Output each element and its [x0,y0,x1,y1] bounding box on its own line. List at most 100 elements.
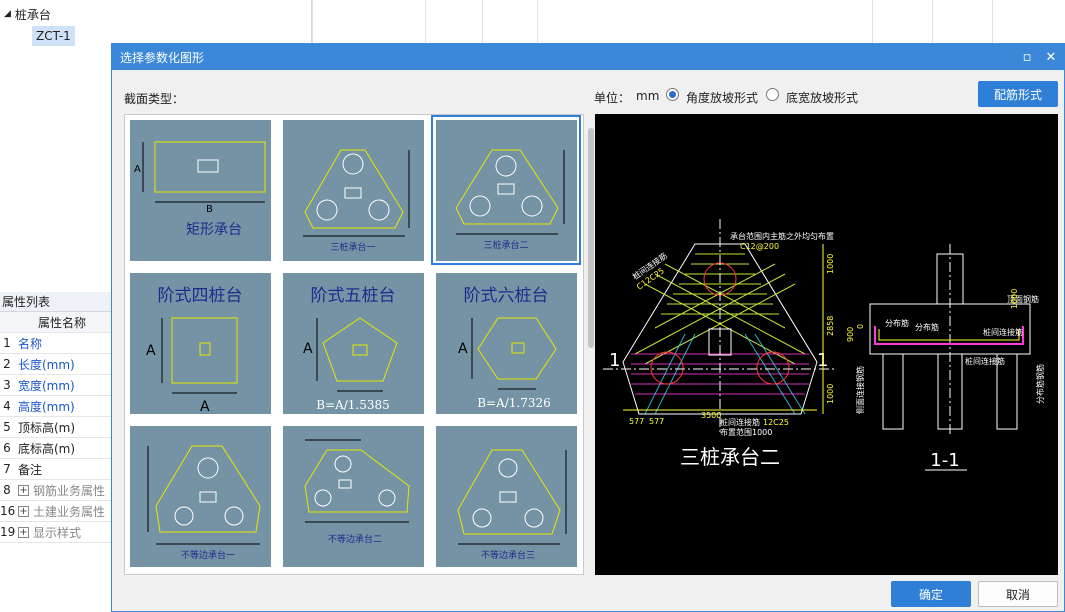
shape-item-step-five[interactable]: 阶式五桩台 A B=A/1.5385 [278,268,428,418]
preview-main-title: 三桩承台二 [680,445,780,469]
dim-label: B [206,204,213,215]
radio-angle-slope[interactable] [666,88,679,101]
plan-view: 1 1 承台范围内主筋之外均匀布置 C12@200 桩间连接筋 C12C25 桩… [603,219,835,469]
step-six-drawing: 阶式六桩台 A B=A/1.7326 [458,286,557,410]
property-row[interactable]: 7 备注 [0,459,111,480]
radio-angle-slope-label[interactable]: 角度放坡形式 [686,89,758,106]
background-grid [312,0,1065,44]
annotation: 桩间连接筋 [965,356,1005,366]
shape-item-unequal-2[interactable]: 不等边承台二 [278,421,428,571]
annotation: C12@200 [740,242,779,251]
rect-cap-drawing: A B 矩形承台 [134,141,266,238]
shape-item-step-four[interactable]: 阶式四桩台 A A [125,268,275,418]
dialog-title-bar: 选择参数化图形 ▫ ✕ [112,44,1064,70]
shape-caption: 矩形承台 [186,222,242,238]
section-view-title: 1-1 [930,450,959,471]
property-panel: 属性列表 属性名称 1 名称 2 长度(mm) 3 宽度(mm) 4 高度(mm) 5顶… [0,292,112,612]
formula-label: B=A/1.7326 [477,396,551,410]
annotation: 分布筋 [915,322,939,332]
property-row[interactable]: 6 底标高(m) [0,438,111,459]
unequal-1-drawing: 不等边承台一 [147,445,261,561]
shape-caption: 不等边承台一 [181,549,235,561]
expand-icon[interactable]: + [18,505,29,517]
unit-value: mm [636,89,660,103]
ok-button[interactable]: 确定 [891,581,971,607]
dim-label: A [303,341,313,357]
shape-thumbnail: 三桩承台一 [283,120,424,261]
shape-thumbnail: 不等边承台一 [130,426,271,567]
shape-thumbnail: 阶式四桩台 A A [130,273,271,415]
radio-width-slope-label[interactable]: 底宽放坡形式 [786,89,858,106]
shape-item-step-six[interactable]: 阶式六桩台 A B=A/1.7326 [431,268,581,418]
shape-thumbnail: 阶式五桩台 A B=A/1.5385 [283,273,424,414]
tree-node-pile-cap[interactable]: ◢ 桩承台 [4,4,51,24]
property-panel-title: 属性列表 [0,292,111,312]
property-group-row[interactable]: 8 + 钢筋业务属性 [0,480,111,501]
tree-node-zct1[interactable]: ZCT-1 [32,26,75,46]
three-pile-drawing: 三桩承台二 [455,149,565,251]
annotation: 分布筋钢筋 [1035,364,1045,404]
shape-caption: 三桩承台一 [330,241,375,253]
parametric-shape-dialog: 选择参数化图形 ▫ ✕ 截面类型： 单位： mm 角度放坡形式 底宽放坡形式 配… [111,43,1065,612]
collapse-arrow-icon[interactable]: ◢ [4,9,11,19]
preview-canvas: 1 1 承台范围内主筋之外均匀布置 C12@200 桩间连接筋 C12C25 桩… [595,114,1058,575]
expand-icon[interactable]: + [18,484,29,496]
shape-thumbnail: 三桩承台二 [436,120,577,261]
rebar-form-button[interactable]: 配筋形式 [978,81,1058,107]
dimension: 1000 [826,254,835,274]
annotation: 布置范围1000 [720,427,772,437]
dimension: 900 [846,327,855,342]
property-row[interactable]: 3 宽度(mm) [0,375,111,396]
shape-caption: 阶式六桩台 [464,286,549,306]
step-four-drawing: 阶式四桩台 A A [146,286,243,415]
section-mark: 1 [609,350,620,371]
formula-label: B=A/1.5385 [316,398,390,412]
annotation: 侧面连接钢筋 [855,366,865,414]
dialog-title: 选择参数化图形 [120,50,205,65]
dimension: 1000 [826,384,835,404]
shape-thumbnail: 不等边承台三 [436,426,577,567]
tree-node-label: 桩承台 [14,7,51,22]
dimension: 577 [649,417,664,426]
dim-label: A [134,164,141,175]
maximize-icon[interactable]: ▫ [1014,44,1040,70]
section-view: 分布筋 分布筋 桩间连接筋 桩间连接筋 顶面钢筋 1000 900 0 侧面连接… [846,244,1045,471]
unequal-2-drawing: 不等边承台二 [304,439,410,545]
property-header: 属性名称 [0,312,111,333]
step-five-drawing: 阶式五桩台 A B=A/1.5385 [303,286,398,412]
shape-caption: 三桩承台二 [483,239,528,251]
unit-label: 单位： [594,91,631,105]
property-group-row[interactable]: 19 + 显示样式 [0,522,111,543]
dim-label: A [200,399,210,414]
property-row[interactable]: 4 高度(mm) [0,396,111,417]
dim-label: A [146,343,156,359]
dimension: 2858 [826,316,835,336]
shape-item-unequal-1[interactable]: 不等边承台一 [125,421,275,571]
property-row[interactable]: 1 名称 [0,333,111,354]
property-row[interactable]: 2 长度(mm) [0,354,111,375]
property-group-row[interactable]: 16 + 土建业务属性 [0,501,111,522]
tree-node-label: ZCT-1 [36,29,71,43]
shape-item-unequal-3[interactable]: 不等边承台三 [431,421,581,571]
expand-icon[interactable]: + [18,526,29,538]
dimension: 577 [629,417,644,426]
radio-width-slope[interactable] [766,88,779,101]
dim-label: A [458,341,468,357]
close-icon[interactable]: ✕ [1038,44,1064,70]
cancel-button[interactable]: 取消 [978,581,1058,607]
shape-item-three-pile-2[interactable]: 三桩承台二 [431,115,581,265]
dimension: 1000 [1010,289,1019,309]
annotation: 12C25 [763,418,789,427]
shape-thumbnail: 不等边承台二 [283,426,424,567]
scrollbar-thumb[interactable] [588,128,594,348]
shape-caption: 阶式五桩台 [311,286,396,306]
shape-thumbnail: A B 矩形承台 [130,120,271,261]
annotation: 桩间连接筋 [720,417,760,427]
shape-thumbnail: 阶式六桩台 A B=A/1.7326 [436,273,577,414]
shape-gallery: A B 矩形承台 三桩承台一 三桩承台二 阶式四桩台 A A 阶式五桩台 A B… [124,114,584,575]
shape-caption: 阶式四桩台 [158,286,243,306]
shape-item-rect[interactable]: A B 矩形承台 [125,115,275,265]
unequal-3-drawing: 不等边承台三 [457,449,567,561]
property-row[interactable]: 5 顶标高(m) [0,417,111,438]
shape-item-three-pile-1[interactable]: 三桩承台一 [278,115,428,265]
